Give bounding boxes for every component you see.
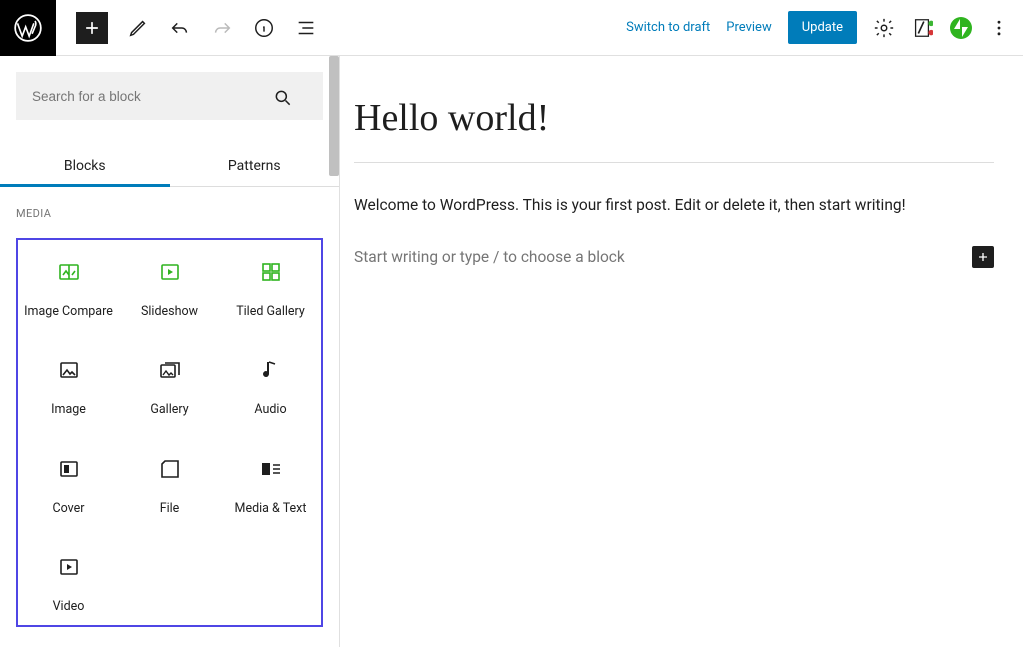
block-inserter-panel: Blocks Patterns Media Image Compare Slid…	[0, 56, 340, 647]
block-item-slideshow[interactable]: Slideshow	[119, 256, 220, 320]
top-toolbar: Switch to draft Preview Update	[0, 0, 1023, 56]
block-label: Tiled Gallery	[236, 304, 305, 320]
block-item-image[interactable]: Image	[18, 354, 119, 418]
media-text-icon	[259, 453, 283, 485]
toolbar-right: Switch to draft Preview Update	[626, 11, 1023, 44]
gallery-icon	[158, 354, 182, 386]
block-item-file[interactable]: File	[119, 453, 220, 517]
section-heading: Media	[16, 207, 323, 220]
block-label: Image Compare	[24, 304, 113, 320]
info-icon[interactable]	[252, 16, 276, 40]
editor-main: Blocks Patterns Media Image Compare Slid…	[0, 56, 1023, 647]
audio-icon	[259, 354, 283, 386]
block-item-audio[interactable]: Audio	[220, 354, 321, 418]
post-body-paragraph[interactable]: Welcome to WordPress. This is your first…	[354, 193, 994, 218]
yoast-indicator-icon[interactable]	[911, 17, 933, 39]
outline-icon[interactable]	[294, 16, 318, 40]
cover-icon	[57, 453, 81, 485]
inserter-tabs: Blocks Patterns	[0, 136, 339, 187]
redo-icon	[210, 16, 234, 40]
image-compare-icon	[57, 256, 81, 288]
inline-add-block-button[interactable]	[972, 246, 994, 268]
new-block-placeholder[interactable]: Start writing or type / to choose a bloc…	[354, 246, 994, 268]
block-item-gallery[interactable]: Gallery	[119, 354, 220, 418]
wordpress-logo[interactable]	[0, 0, 56, 56]
tiled-gallery-icon	[259, 256, 283, 288]
preview-link[interactable]: Preview	[726, 20, 771, 35]
post-title[interactable]: Hello world!	[354, 96, 994, 163]
block-item-cover[interactable]: Cover	[18, 453, 119, 517]
toolbar-icons	[126, 16, 318, 40]
switch-to-draft-link[interactable]: Switch to draft	[626, 20, 710, 35]
more-options-icon[interactable]	[989, 18, 1009, 38]
jetpack-icon[interactable]	[949, 16, 973, 40]
block-label: Media & Text	[235, 501, 307, 517]
block-label: Image	[51, 402, 86, 418]
search-icon	[273, 88, 293, 112]
tab-blocks[interactable]: Blocks	[0, 146, 170, 186]
tab-patterns[interactable]: Patterns	[170, 146, 340, 186]
edit-pencil-icon[interactable]	[126, 16, 150, 40]
update-button[interactable]: Update	[788, 11, 857, 44]
block-label: Gallery	[150, 402, 188, 418]
block-label: Audio	[254, 402, 286, 418]
block-item-video[interactable]: Video	[18, 551, 119, 615]
file-icon	[158, 453, 182, 485]
editor-canvas[interactable]: Hello world! Welcome to WordPress. This …	[340, 56, 1023, 647]
block-label: Video	[53, 599, 85, 615]
placeholder-text: Start writing or type / to choose a bloc…	[354, 248, 625, 266]
media-blocks-section: Media Image Compare Slideshow	[0, 187, 339, 627]
settings-gear-icon[interactable]	[873, 17, 895, 39]
slideshow-icon	[158, 256, 182, 288]
toolbar-left	[0, 0, 318, 55]
search-wrapper	[0, 56, 339, 136]
undo-icon[interactable]	[168, 16, 192, 40]
block-item-tiled-gallery[interactable]: Tiled Gallery	[220, 256, 321, 320]
block-item-media-text[interactable]: Media & Text	[220, 453, 321, 517]
video-icon	[57, 551, 81, 583]
block-label: File	[160, 501, 180, 517]
media-blocks-grid: Image Compare Slideshow Tiled Gallery	[16, 238, 323, 627]
block-label: Slideshow	[141, 304, 198, 320]
block-label: Cover	[52, 501, 84, 517]
block-item-image-compare[interactable]: Image Compare	[18, 256, 119, 320]
post-content: Hello world! Welcome to WordPress. This …	[354, 96, 994, 268]
add-block-button[interactable]	[76, 12, 108, 44]
image-icon	[57, 354, 81, 386]
